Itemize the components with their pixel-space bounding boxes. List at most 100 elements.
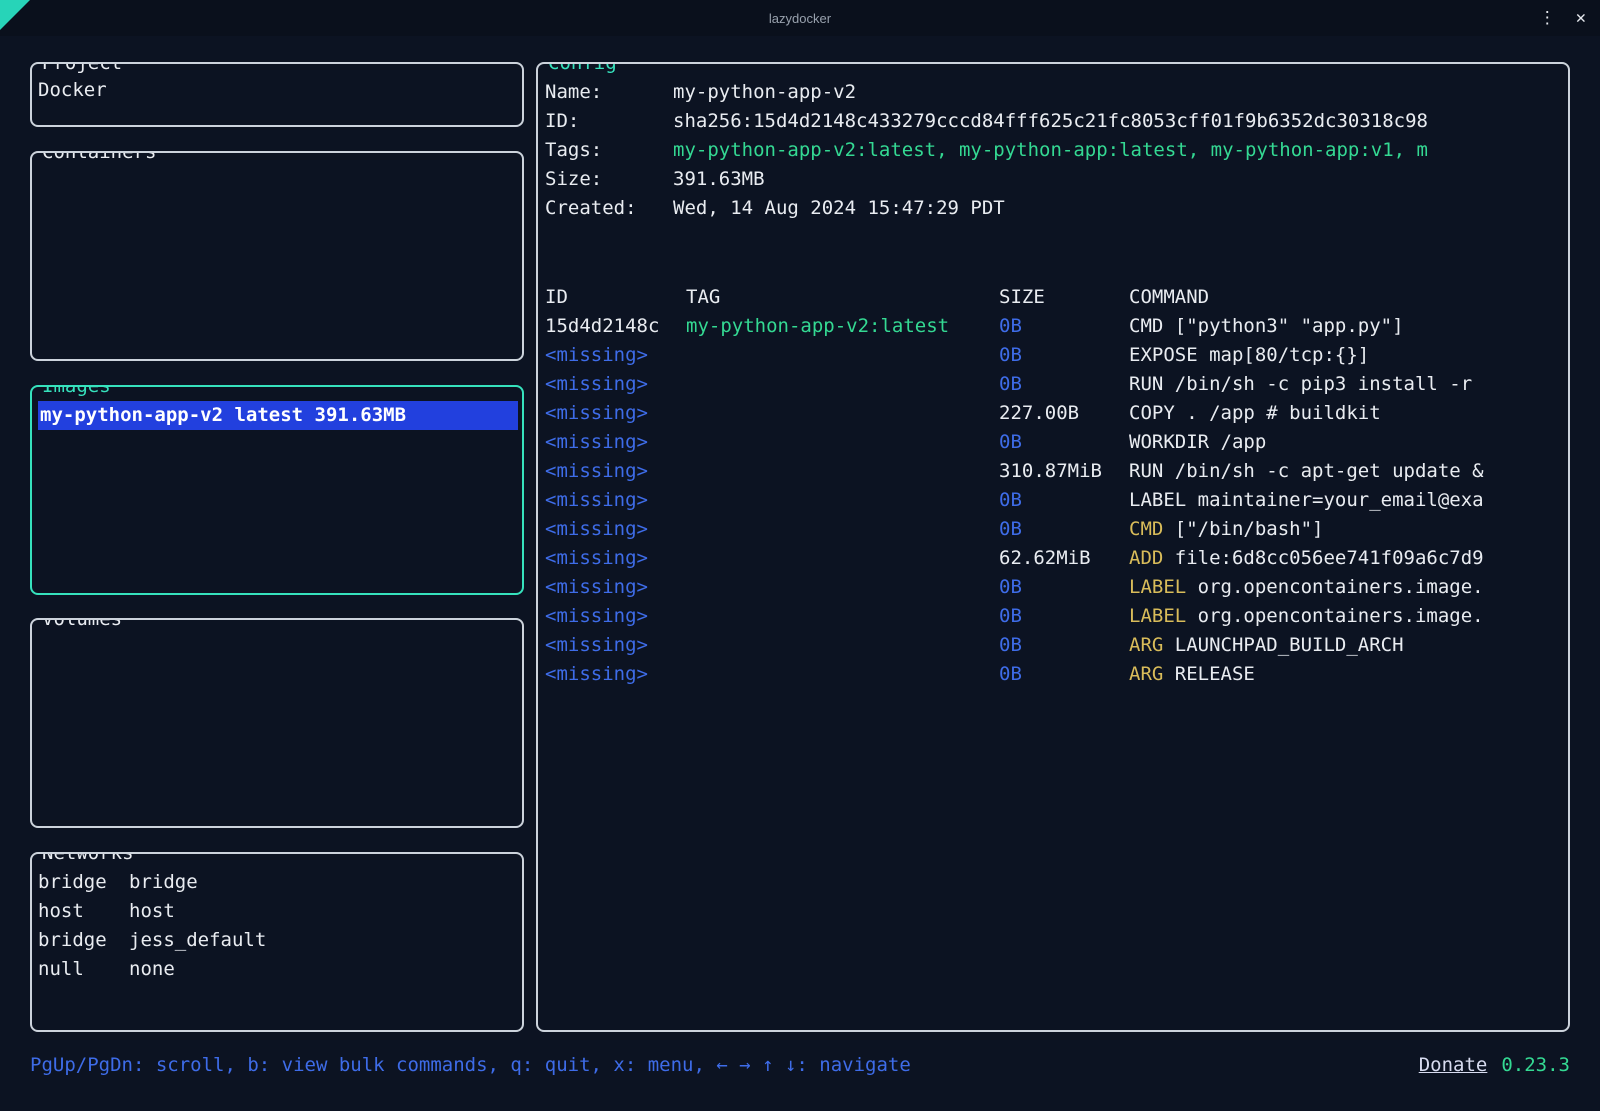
images-panel-title: Images [40,385,113,401]
command-keyword: CMD [1129,315,1163,337]
history-tag [686,486,999,515]
history-tag [686,573,999,602]
history-command: ARG LAUNCHPAD_BUILD_ARCH [1129,631,1568,660]
config-field-value: 391.63MB [673,165,765,194]
image-list-item[interactable]: my-python-app-v2 latest 391.63MB [38,401,518,430]
network-list-item[interactable]: bridgebridge [38,868,518,897]
history-size: 0B [999,631,1129,660]
config-field-value: Wed, 14 Aug 2024 15:47:29 PDT [673,194,1005,223]
networks-panel-title: Networks [40,852,136,868]
menu-icon[interactable]: ⋮ [1539,10,1556,27]
history-command: EXPOSE map[80/tcp:{}] [1129,341,1568,370]
donate-link[interactable]: Donate [1419,1051,1488,1080]
history-id: <missing> [545,660,686,689]
history-command: RUN /bin/sh -c pip3 install -r [1129,370,1568,399]
history-tag [686,457,999,486]
command-args: ["/bin/bash"] [1163,518,1323,540]
history-id: <missing> [545,515,686,544]
history-row: <missing>0BLABEL org.opencontainers.imag… [545,602,1568,631]
command-args: /app [1209,431,1266,453]
history-command: RUN /bin/sh -c apt-get update & [1129,457,1568,486]
config-fields: Name:my-python-app-v2ID:sha256:15d4d2148… [545,78,1568,223]
titlebar-actions: ⋮ ✕ [1539,0,1586,36]
history-id: <missing> [545,573,686,602]
network-driver: host [38,897,129,926]
command-args: file:6d8cc056ee741f09a6c7d9 [1163,547,1483,569]
history-command: LABEL org.opencontainers.image. [1129,602,1568,631]
history-rows: 15d4d2148cmy-python-app-v2:latest0BCMD [… [545,312,1568,689]
statusbar-right: Donate 0.23.3 [1419,1051,1570,1080]
history-id: <missing> [545,486,686,515]
network-name: bridge [129,871,198,893]
config-field: Name:my-python-app-v2 [545,78,1568,107]
titlebar: lazydocker ⋮ ✕ [0,0,1600,36]
sidebar: Project Docker Containers Images my-pyth… [30,62,524,1032]
network-name: jess_default [129,929,266,951]
history-tag [686,631,999,660]
history-row: <missing> 310.87MiBRUN /bin/sh -c apt-get… [545,457,1568,486]
history-command: LABEL org.opencontainers.image. [1129,573,1568,602]
history-command: ADD file:6d8cc056ee741f09a6c7d9 [1129,544,1568,573]
config-field-label: Tags: [545,136,673,165]
history-id: 15d4d2148c [545,312,686,341]
containers-panel-title: Containers [40,151,158,167]
history-row: <missing>227.00BCOPY . /app # buildkit [545,399,1568,428]
version-label: 0.23.3 [1501,1051,1570,1080]
network-list-item[interactable]: nullnone [38,955,518,984]
history-tag [686,660,999,689]
history-command: CMD ["python3" "app.py"] [1129,312,1568,341]
config-panel-body: Name:my-python-app-v2ID:sha256:15d4d2148… [538,64,1568,689]
networks-list: bridgebridgehosthostbridgejess_defaultnu… [32,854,522,988]
project-panel-title: Project [40,62,124,78]
command-args: map[80/tcp:{}] [1198,344,1370,366]
history-command: ARG RELEASE [1129,660,1568,689]
history-tag [686,544,999,573]
history-command: LABEL maintainer=your_email@exa [1129,486,1568,515]
history-row: <missing>0BWORKDIR /app [545,428,1568,457]
history-tag: my-python-app-v2:latest [686,312,999,341]
network-name: none [129,958,175,980]
command-args: org.opencontainers.image. [1186,576,1483,598]
history-tag [686,602,999,631]
images-panel[interactable]: Images my-python-app-v2 latest 391.63MB [30,385,524,595]
history-id: <missing> [545,602,686,631]
config-panel-title: Config [546,62,619,78]
config-panel[interactable]: Config Name:my-python-app-v2ID:sha256:15… [536,62,1570,1032]
command-keyword: LABEL [1129,605,1186,627]
history-row: <missing>0BLABEL maintainer=your_email@e… [545,486,1568,515]
project-panel[interactable]: Project Docker [30,62,524,127]
history-size: 0B [999,312,1129,341]
history-tag [686,399,999,428]
networks-panel[interactable]: Networks bridgebridgehosthostbridgejess_… [30,852,524,1032]
window-title: lazydocker [769,11,831,26]
network-driver: null [38,955,129,984]
history-row: <missing>0BCMD ["/bin/bash"] [545,515,1568,544]
command-keyword: ARG [1129,634,1163,656]
command-args: RELEASE [1163,663,1255,685]
history-id: <missing> [545,428,686,457]
command-keyword: RUN [1129,373,1163,395]
network-list-item[interactable]: bridgejess_default [38,926,518,955]
project-name[interactable]: Docker [38,76,518,105]
close-icon[interactable]: ✕ [1576,10,1586,27]
command-keyword: CMD [1129,518,1163,540]
config-field: Tags:my-python-app-v2:latest, my-python-… [545,136,1568,165]
config-field-label: Size: [545,165,673,194]
history-id: <missing> [545,457,686,486]
history-header-tag: TAG [686,283,999,312]
network-list-item[interactable]: hosthost [38,897,518,926]
history-header-id: ID [545,283,686,312]
history-header-size: SIZE [999,283,1129,312]
command-keyword: ADD [1129,547,1163,569]
history-size: 227.00B [999,399,1129,428]
history-row: <missing>0BARG LAUNCHPAD_BUILD_ARCH [545,631,1568,660]
command-args: . /app # buildkit [1175,402,1381,424]
config-field: Created:Wed, 14 Aug 2024 15:47:29 PDT [545,194,1568,223]
volumes-panel[interactable]: Volumes [30,618,524,828]
containers-panel[interactable]: Containers [30,151,524,361]
history-size: 310.87MiB [999,457,1129,486]
config-field-value: my-python-app-v2:latest, my-python-app:l… [673,136,1428,165]
corner-accent [0,0,30,30]
history-size: 62.62MiB [999,544,1129,573]
network-name: host [129,900,175,922]
